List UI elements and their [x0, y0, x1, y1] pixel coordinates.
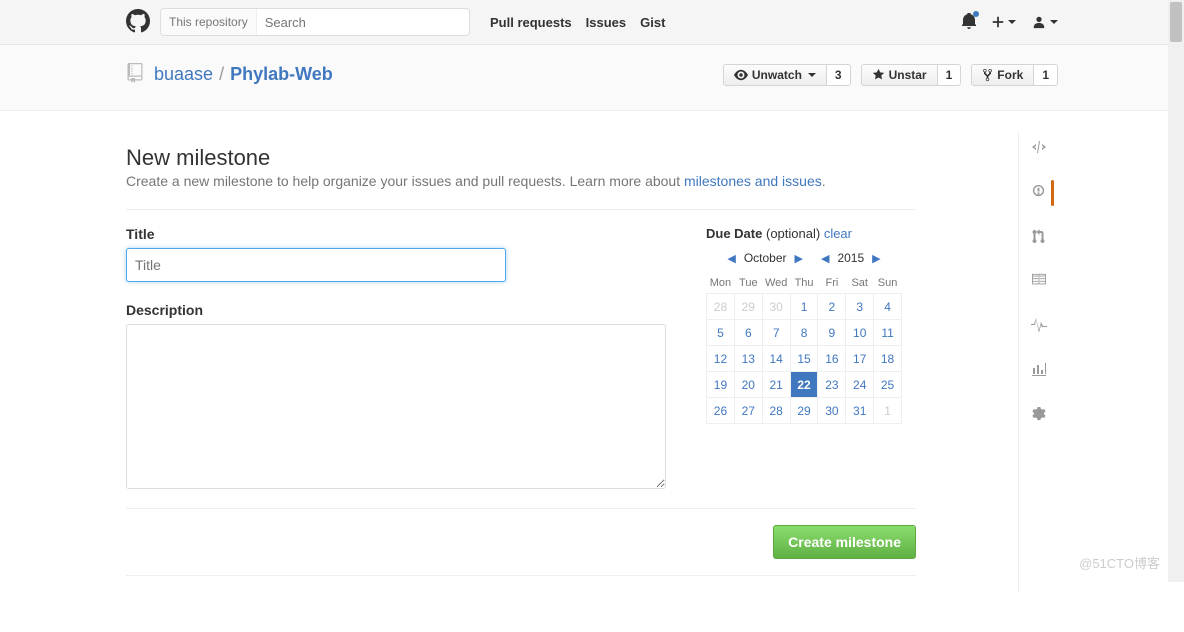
- calendar-day[interactable]: 17: [846, 346, 874, 372]
- create-milestone-button[interactable]: Create milestone: [773, 525, 916, 559]
- user-menu-icon[interactable]: [1032, 15, 1058, 29]
- fork-button[interactable]: Fork: [971, 64, 1034, 86]
- calendar-day[interactable]: 2: [818, 294, 846, 320]
- calendar-day[interactable]: 29: [790, 398, 818, 424]
- search-input[interactable]: [257, 11, 469, 34]
- calendar-month: October: [744, 251, 787, 265]
- next-month-arrow[interactable]: ▶: [795, 252, 803, 265]
- top-bar: This repository Pull requests Issues Gis…: [0, 0, 1184, 45]
- optional-label: (optional): [766, 226, 820, 241]
- wiki-tab-icon[interactable]: [1031, 273, 1047, 290]
- github-logo-icon[interactable]: [126, 9, 150, 36]
- star-button[interactable]: Unstar: [861, 64, 938, 86]
- calendar-day[interactable]: 10: [846, 320, 874, 346]
- calendar-day[interactable]: 18: [874, 346, 902, 372]
- calendar-day[interactable]: 31: [846, 398, 874, 424]
- pulse-tab-icon[interactable]: [1031, 316, 1047, 335]
- calendar-day[interactable]: 7: [762, 320, 790, 346]
- calendar-day[interactable]: 25: [874, 372, 902, 398]
- calendar-day[interactable]: 21: [762, 372, 790, 398]
- calendar-day[interactable]: 15: [790, 346, 818, 372]
- due-date-label: Due Date: [706, 226, 762, 241]
- repo-nav: [1018, 131, 1058, 592]
- repo-owner-link[interactable]: buaase: [154, 64, 213, 85]
- milestones-link[interactable]: milestones and issues: [684, 173, 822, 189]
- calendar-day[interactable]: 13: [734, 346, 762, 372]
- calendar-day[interactable]: 1: [874, 398, 902, 424]
- calendar-day[interactable]: 14: [762, 346, 790, 372]
- watch-count[interactable]: 3: [827, 64, 851, 86]
- calendar-day[interactable]: 19: [707, 372, 735, 398]
- calendar-day[interactable]: 30: [762, 294, 790, 320]
- calendar-day[interactable]: 1: [790, 294, 818, 320]
- calendar-day[interactable]: 5: [707, 320, 735, 346]
- calendar-dow: Tue: [734, 273, 762, 294]
- calendar-dow: Fri: [818, 273, 846, 294]
- calendar-day[interactable]: 6: [734, 320, 762, 346]
- calendar: ◀ October ▶ ◀ 2015 ▶ MonTueWedThuFr: [706, 251, 902, 424]
- repo-name-link[interactable]: Phylab-Web: [230, 64, 333, 85]
- create-new-icon[interactable]: [992, 15, 1016, 29]
- title-label: Title: [126, 226, 506, 242]
- calendar-day[interactable]: 8: [790, 320, 818, 346]
- calendar-dow: Sun: [874, 273, 902, 294]
- calendar-day[interactable]: 16: [818, 346, 846, 372]
- calendar-dow: Wed: [762, 273, 790, 294]
- watermark: @51CTO博客: [1079, 553, 1160, 572]
- calendar-day[interactable]: 12: [707, 346, 735, 372]
- calendar-table: MonTueWedThuFriSatSun 282930123456789101…: [706, 273, 902, 424]
- nav-pull-requests[interactable]: Pull requests: [490, 15, 572, 30]
- next-year-arrow[interactable]: ▶: [872, 252, 880, 265]
- repo-icon: [126, 63, 144, 86]
- calendar-dow: Thu: [790, 273, 818, 294]
- star-count[interactable]: 1: [938, 64, 962, 86]
- calendar-day[interactable]: 3: [846, 294, 874, 320]
- code-tab-icon[interactable]: [1031, 139, 1047, 158]
- calendar-day[interactable]: 24: [846, 372, 874, 398]
- prev-month-arrow[interactable]: ◀: [727, 252, 735, 265]
- calendar-day[interactable]: 30: [818, 398, 846, 424]
- calendar-day[interactable]: 20: [734, 372, 762, 398]
- calendar-day[interactable]: 27: [734, 398, 762, 424]
- calendar-day[interactable]: 23: [818, 372, 846, 398]
- calendar-day[interactable]: 28: [762, 398, 790, 424]
- graphs-tab-icon[interactable]: [1031, 361, 1047, 380]
- nav-gist[interactable]: Gist: [640, 15, 665, 30]
- calendar-year: 2015: [837, 251, 864, 265]
- fork-count[interactable]: 1: [1034, 64, 1058, 86]
- page-subtitle: Create a new milestone to help organize …: [126, 173, 916, 189]
- watch-button[interactable]: Unwatch: [723, 64, 827, 86]
- calendar-day[interactable]: 29: [734, 294, 762, 320]
- calendar-day[interactable]: 22: [790, 372, 818, 398]
- settings-tab-icon[interactable]: [1031, 406, 1046, 424]
- scrollbar[interactable]: [1168, 0, 1184, 582]
- calendar-dow: Sat: [846, 273, 874, 294]
- calendar-day[interactable]: 11: [874, 320, 902, 346]
- calendar-dow: Mon: [707, 273, 735, 294]
- description-label: Description: [126, 302, 506, 318]
- milestone-title-input[interactable]: [126, 248, 506, 282]
- top-nav: Pull requests Issues Gist: [490, 15, 665, 30]
- issues-tab-icon[interactable]: [1031, 184, 1046, 202]
- repo-title: buaase / Phylab-Web: [126, 63, 333, 86]
- calendar-day[interactable]: 28: [707, 294, 735, 320]
- notifications-icon[interactable]: [962, 13, 976, 32]
- clear-date-link[interactable]: clear: [824, 226, 852, 241]
- search-scope[interactable]: This repository: [161, 9, 257, 35]
- milestone-description-textarea[interactable]: [126, 324, 666, 489]
- calendar-day[interactable]: 4: [874, 294, 902, 320]
- page-title: New milestone: [126, 145, 916, 171]
- nav-issues[interactable]: Issues: [586, 15, 626, 30]
- search-box[interactable]: This repository: [160, 8, 470, 36]
- pull-requests-tab-icon[interactable]: [1032, 228, 1045, 247]
- calendar-day[interactable]: 26: [707, 398, 735, 424]
- prev-year-arrow[interactable]: ◀: [821, 252, 829, 265]
- repo-head: buaase / Phylab-Web Unwatch 3 Unstar: [0, 45, 1184, 111]
- calendar-day[interactable]: 9: [818, 320, 846, 346]
